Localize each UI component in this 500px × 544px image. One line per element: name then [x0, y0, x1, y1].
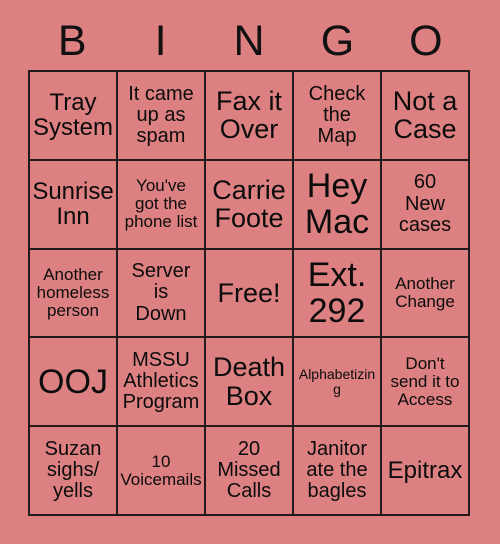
- bingo-cell-label: Death Box: [212, 352, 286, 411]
- bingo-header-letter-n: N: [233, 17, 265, 65]
- bingo-cell-label: MSSU Athletics Program: [122, 349, 200, 414]
- bingo-cell-r5c5[interactable]: Epitrax: [382, 427, 470, 516]
- bingo-cell-label: Fax it Over: [215, 85, 282, 145]
- bingo-cell-r2c4[interactable]: Hey Mac: [294, 160, 382, 250]
- bingo-cell-r4c4[interactable]: Alphabetizing: [294, 338, 382, 428]
- bingo-cell-r5c1[interactable]: Suzan sighs/ yells: [30, 427, 118, 516]
- bingo-cell-r4c2[interactable]: MSSU Athletics Program: [118, 338, 206, 428]
- bingo-cell-label: Sunrise Inn: [32, 177, 114, 231]
- bingo-cell-label: Not a Case: [392, 85, 458, 145]
- bingo-cell-r4c1[interactable]: OOJ: [30, 338, 118, 428]
- bingo-cell-r1c1[interactable]: Tray System: [30, 72, 118, 161]
- bingo-cell-label: Alphabetizing: [298, 365, 376, 397]
- bingo-header-row: B I N G O: [28, 13, 470, 70]
- bingo-cell-label: It came up as spam: [128, 82, 194, 147]
- bingo-cell-r5c2[interactable]: 10 Voicemails: [118, 427, 206, 516]
- bingo-cell-label: Another Change: [395, 273, 455, 311]
- bingo-cell-label: Check the Map: [308, 82, 366, 147]
- bingo-cell-label: Free!: [217, 277, 281, 308]
- bingo-header-letter-o: O: [409, 17, 443, 65]
- bingo-cell-r2c5[interactable]: 60 New cases: [382, 160, 470, 250]
- bingo-cell-r3c5[interactable]: Another Change: [382, 249, 470, 339]
- bingo-cell-r4c3[interactable]: Death Box: [206, 338, 294, 428]
- bingo-cell-label: Another homeless person: [36, 264, 110, 320]
- bingo-cell-r3c4[interactable]: Ext. 292: [294, 249, 382, 339]
- bingo-cell-label: Tray System: [32, 88, 113, 142]
- bingo-cell-r3c3[interactable]: Free!: [206, 249, 294, 339]
- bingo-header-letter-i: I: [154, 17, 167, 65]
- bingo-cell-r1c5[interactable]: Not a Case: [382, 72, 470, 161]
- bingo-header-letter-g: G: [320, 17, 355, 65]
- bingo-cell-label: OOJ: [38, 362, 108, 401]
- bingo-grid: Tray System It came up as spam Fax it Over…: [28, 70, 470, 516]
- bingo-cell-r2c1[interactable]: Sunrise Inn: [30, 160, 118, 250]
- bingo-header-letter-b: B: [57, 17, 87, 65]
- bingo-card: B I N G O Tray System It came up as spam F…: [0, 0, 500, 544]
- bingo-cell-label: Ext. 292: [307, 255, 367, 330]
- bingo-cell-label: Server is Down: [131, 260, 191, 325]
- bingo-cell-r2c2[interactable]: You've got the phone list: [118, 160, 206, 250]
- bingo-cell-r1c4[interactable]: Check the Map: [294, 72, 382, 161]
- bingo-cell-r5c4[interactable]: Janitor ate the bagles: [294, 427, 382, 516]
- bingo-cell-r2c3[interactable]: Carrie Foote: [206, 160, 294, 250]
- bingo-cell-label: 10 Voicemails: [120, 451, 202, 489]
- bingo-cell-r1c3[interactable]: Fax it Over: [206, 72, 294, 161]
- bingo-cell-r1c2[interactable]: It came up as spam: [118, 72, 206, 161]
- bingo-cell-label: You've got the phone list: [124, 176, 198, 232]
- bingo-cell-label: Janitor ate the bagles: [306, 437, 368, 503]
- bingo-cell-r3c1[interactable]: Another homeless person: [30, 249, 118, 339]
- bingo-cell-r5c3[interactable]: 20 Missed Calls: [206, 427, 294, 516]
- bingo-cell-label: Epitrax: [387, 456, 463, 484]
- bingo-cell-r4c5[interactable]: Don't send it to Access: [382, 338, 470, 428]
- bingo-cell-label: Suzan sighs/ yells: [44, 437, 102, 503]
- bingo-cell-label: Don't send it to Access: [390, 353, 460, 409]
- bingo-cell-label: Carrie Foote: [212, 174, 286, 234]
- bingo-cell-label: 60 New cases: [398, 171, 452, 236]
- bingo-cell-r3c2[interactable]: Server is Down: [118, 249, 206, 339]
- bingo-cell-label: Hey Mac: [304, 167, 370, 242]
- bingo-cell-label: 20 Missed Calls: [217, 437, 281, 503]
